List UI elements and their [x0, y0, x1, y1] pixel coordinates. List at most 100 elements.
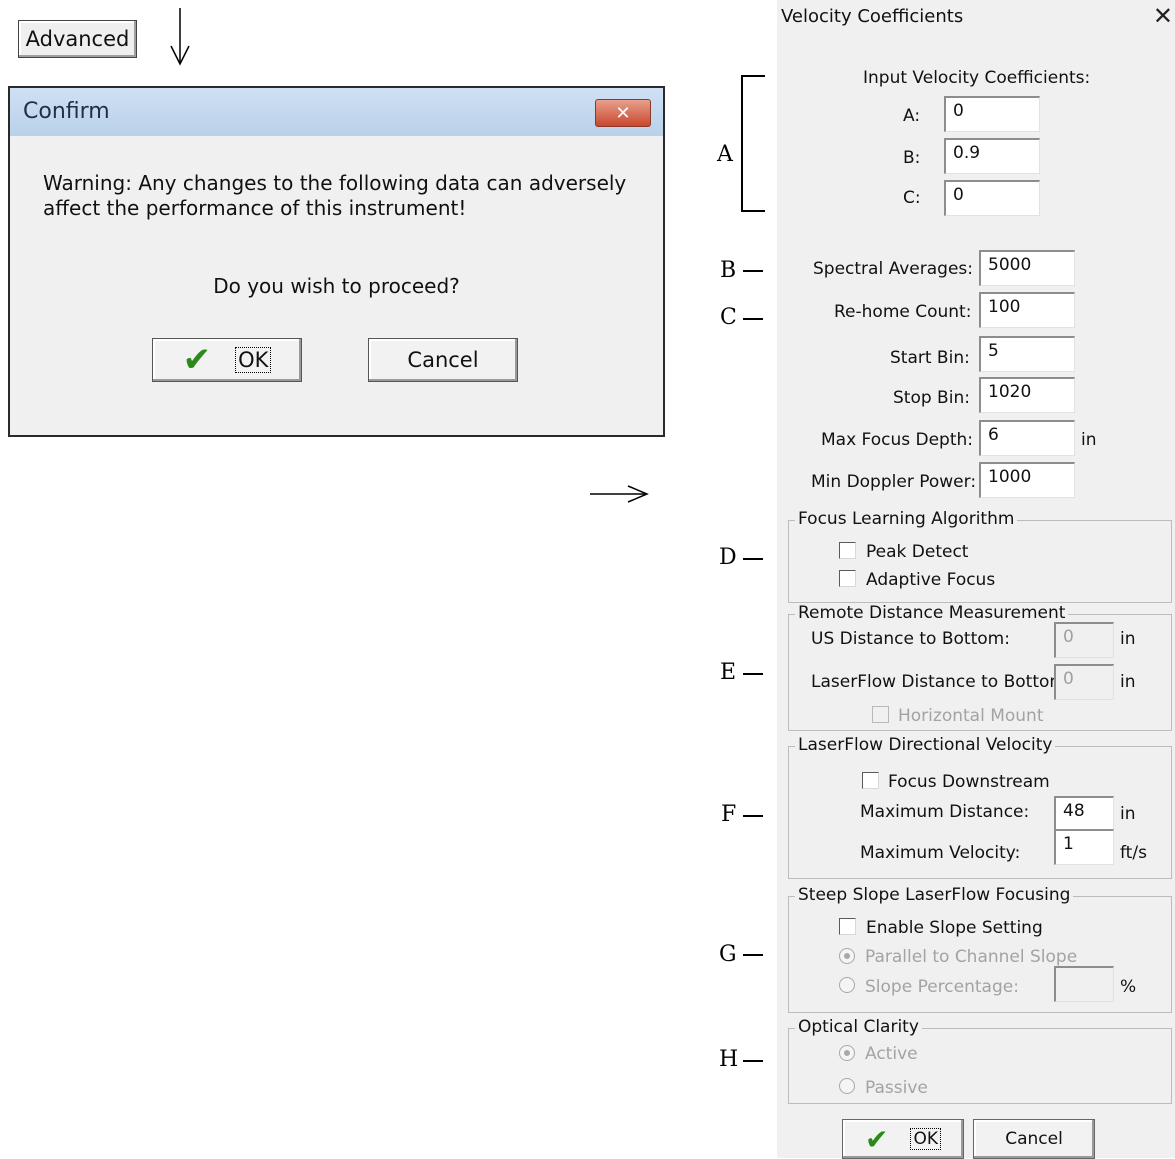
- parallel-slope-label: Parallel to Channel Slope: [865, 947, 1078, 967]
- velocity-coefficients-dialog: Velocity Coefficients ✕ Input Velocity C…: [777, 0, 1175, 1159]
- confirm-title: Confirm: [23, 99, 110, 124]
- directional-velocity-title: LaserFlow Directional Velocity: [795, 735, 1056, 755]
- active-radio[interactable]: [839, 1045, 855, 1061]
- adaptive-focus-label: Adaptive Focus: [866, 570, 996, 590]
- start-bin-input[interactable]: 5: [979, 336, 1075, 372]
- max-distance-unit: in: [1120, 804, 1136, 824]
- focus-learning-title: Focus Learning Algorithm: [795, 509, 1018, 529]
- max-focus-depth-unit: in: [1081, 430, 1097, 450]
- focus-learning-group: Focus Learning Algorithm: [788, 509, 1172, 603]
- bracket-a: [741, 75, 765, 212]
- velocity-ok-button[interactable]: ✔ OK: [842, 1119, 964, 1159]
- warning-line-2: affect the performance of this instrumen…: [43, 196, 467, 220]
- close-icon: ✕: [615, 102, 631, 124]
- peak-detect-checkbox[interactable]: [839, 542, 856, 559]
- remote-distance-title: Remote Distance Measurement: [795, 603, 1069, 623]
- annotation-a: A: [717, 142, 733, 167]
- focus-downstream-label: Focus Downstream: [888, 772, 1050, 792]
- steep-slope-title: Steep Slope LaserFlow Focusing: [795, 885, 1074, 905]
- max-velocity-unit: ft/s: [1120, 843, 1147, 863]
- coef-c-input[interactable]: 0: [944, 180, 1040, 216]
- slope-percentage-radio[interactable]: [839, 977, 855, 993]
- us-distance-label: US Distance to Bottom:: [811, 629, 1010, 649]
- velocity-title: Velocity Coefficients: [781, 6, 964, 27]
- confirm-body: Warning: Any changes to the following da…: [10, 136, 663, 435]
- annotation-d-line: [743, 558, 763, 560]
- passive-label: Passive: [865, 1078, 928, 1098]
- peak-detect-label: Peak Detect: [866, 542, 969, 562]
- velocity-ok-label: OK: [910, 1128, 941, 1150]
- coef-c-label: C:: [903, 188, 921, 208]
- horizontal-mount-checkbox[interactable]: [872, 706, 889, 723]
- optical-clarity-title: Optical Clarity: [795, 1017, 922, 1037]
- slope-percentage-label: Slope Percentage:: [865, 977, 1019, 997]
- adaptive-focus-checkbox[interactable]: [839, 570, 856, 587]
- annotation-e: E: [720, 660, 737, 685]
- annotation-c: C: [720, 305, 737, 330]
- annotation-e-line: [743, 673, 763, 675]
- max-focus-depth-input[interactable]: 6: [979, 420, 1075, 456]
- confirm-close-button[interactable]: ✕: [595, 99, 651, 127]
- laserflow-distance-unit: in: [1120, 672, 1136, 692]
- slope-percentage-unit: %: [1120, 977, 1137, 997]
- passive-radio[interactable]: [839, 1078, 855, 1094]
- annotation-f: F: [721, 802, 737, 827]
- velocity-close-icon[interactable]: ✕: [1153, 2, 1173, 30]
- max-focus-depth-label: Max Focus Depth:: [821, 430, 974, 450]
- laserflow-distance-input[interactable]: 0: [1054, 664, 1114, 700]
- horizontal-mount-label: Horizontal Mount: [898, 706, 1044, 726]
- annotation-h: H: [719, 1047, 739, 1072]
- spectral-averages-input[interactable]: 5000: [979, 250, 1075, 286]
- us-distance-unit: in: [1120, 629, 1136, 649]
- rehome-count-input[interactable]: 100: [979, 292, 1075, 328]
- active-label: Active: [865, 1044, 918, 1064]
- max-distance-label: Maximum Distance:: [860, 802, 1030, 822]
- advanced-button[interactable]: Advanced: [18, 20, 137, 58]
- warning-line-1: Warning: Any changes to the following da…: [43, 171, 627, 195]
- confirm-ok-label: OK: [235, 347, 272, 373]
- annotation-g: G: [719, 942, 737, 967]
- checkmark-icon: ✔: [182, 340, 212, 380]
- annotation-f-line: [743, 815, 763, 817]
- coef-b-label: B:: [903, 148, 921, 168]
- laserflow-distance-label: LaserFlow Distance to Bottom:: [811, 672, 1072, 692]
- confirm-title-bar: Confirm ✕: [10, 88, 663, 136]
- confirm-cancel-button[interactable]: Cancel: [368, 338, 518, 382]
- checkmark-icon: ✔: [865, 1122, 889, 1156]
- stop-bin-label: Stop Bin:: [893, 388, 970, 408]
- annotation-b-line: [743, 270, 763, 272]
- coef-a-input[interactable]: 0: [944, 96, 1040, 132]
- min-doppler-power-label: Min Doppler Power:: [811, 472, 977, 492]
- us-distance-input[interactable]: 0: [1054, 622, 1114, 658]
- min-doppler-power-input[interactable]: 1000: [979, 462, 1075, 498]
- annotation-c-line: [743, 318, 763, 320]
- parallel-slope-radio[interactable]: [839, 948, 855, 964]
- confirm-cancel-label: Cancel: [407, 348, 479, 372]
- down-arrow-icon: [170, 8, 190, 66]
- annotation-d: D: [719, 545, 737, 570]
- annotation-g-line: [743, 954, 763, 956]
- coef-a-label: A:: [903, 106, 921, 126]
- stop-bin-input[interactable]: 1020: [979, 377, 1075, 413]
- confirm-ok-button[interactable]: ✔ OK: [152, 338, 302, 382]
- start-bin-label: Start Bin:: [890, 348, 970, 368]
- velocity-cancel-button[interactable]: Cancel: [973, 1119, 1095, 1159]
- input-coefficients-header: Input Velocity Coefficients:: [863, 68, 1091, 88]
- warning-message: Warning: Any changes to the following da…: [43, 171, 626, 221]
- slope-percentage-input[interactable]: [1054, 966, 1114, 1002]
- confirm-dialog: Confirm ✕ Warning: Any changes to the fo…: [8, 86, 665, 437]
- right-arrow-icon: [590, 485, 649, 503]
- max-velocity-input[interactable]: 1: [1054, 829, 1114, 865]
- max-velocity-label: Maximum Velocity:: [860, 843, 1021, 863]
- max-distance-input[interactable]: 48: [1054, 796, 1114, 832]
- velocity-cancel-label: Cancel: [1005, 1129, 1063, 1149]
- proceed-question: Do you wish to proceed?: [213, 274, 460, 298]
- enable-slope-label: Enable Slope Setting: [866, 918, 1043, 938]
- annotation-b: B: [720, 258, 737, 283]
- rehome-count-label: Re-home Count:: [834, 302, 972, 322]
- spectral-averages-label: Spectral Averages:: [813, 259, 973, 279]
- focus-downstream-checkbox[interactable]: [862, 772, 879, 789]
- enable-slope-checkbox[interactable]: [839, 918, 856, 935]
- annotation-h-line: [743, 1060, 763, 1062]
- coef-b-input[interactable]: 0.9: [944, 138, 1040, 174]
